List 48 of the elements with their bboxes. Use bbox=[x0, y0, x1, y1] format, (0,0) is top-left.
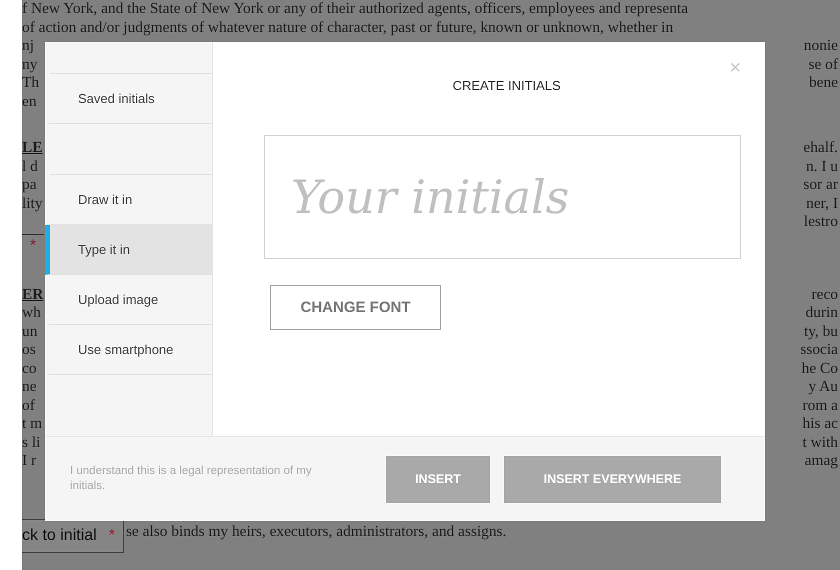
document-text: t with bbox=[802, 434, 838, 452]
document-text: en bbox=[22, 92, 37, 111]
document-text: Th bbox=[22, 74, 40, 92]
document-text: ssocia bbox=[800, 341, 838, 360]
section-heading: ER bbox=[22, 286, 44, 304]
consent-text: I understand this is a legal representation of my initials. bbox=[70, 464, 313, 494]
document-text: bene bbox=[808, 74, 838, 92]
document-text: nj bbox=[22, 37, 34, 56]
document-text: pa bbox=[22, 176, 37, 194]
dialog-title: CREATE INITIALS bbox=[452, 78, 562, 93]
document-text-line: f New York, and the State of New York or any of their authorized agents, officers, employees and representa bbox=[22, 0, 688, 18]
sidebar-tab[interactable]: Use smartphone bbox=[45, 325, 212, 375]
document-text-line: of action and/or judgments of whatever nature of character, past or future, known or unknown, whether in bbox=[22, 18, 674, 37]
document-text: sor ar bbox=[803, 176, 838, 194]
section-heading: LE bbox=[22, 139, 43, 158]
document-text: rom a bbox=[802, 396, 838, 415]
document-text: lity bbox=[22, 194, 43, 213]
sidebar-tab[interactable]: Saved initials bbox=[45, 74, 212, 124]
document-text: I r bbox=[22, 452, 36, 470]
document-text: un bbox=[22, 322, 38, 341]
sidebar-tab[interactable]: Upload image bbox=[45, 275, 212, 325]
document-text: se of bbox=[808, 56, 838, 74]
initials-field[interactable]: Your initials bbox=[264, 135, 741, 259]
document-text: t m bbox=[22, 415, 42, 434]
document-text: y Au bbox=[808, 378, 838, 396]
sidebar-tab[interactable]: Type it in bbox=[45, 225, 212, 275]
document-text: l d bbox=[22, 158, 38, 176]
back-to-initial-button[interactable]: ck to initial * bbox=[22, 518, 124, 552]
document-text: ne bbox=[22, 378, 37, 396]
document-text: co bbox=[22, 360, 37, 378]
document-text: ty, bu bbox=[804, 322, 838, 341]
change-font-button[interactable]: CHANGE FONT bbox=[270, 285, 441, 330]
document-text: ner, I bbox=[806, 194, 838, 213]
document-text: of bbox=[22, 396, 35, 415]
document-text: amag bbox=[804, 452, 838, 470]
document-text: ehalf. bbox=[803, 139, 838, 158]
document-text: his ac bbox=[802, 415, 838, 434]
document-text: lestro bbox=[804, 213, 838, 232]
document-text: wh bbox=[22, 304, 41, 322]
document-text: se also binds my heirs, executors, administrators, and assigns. bbox=[126, 522, 506, 540]
document-text: durin bbox=[806, 304, 838, 322]
document-text: os bbox=[22, 341, 36, 360]
document-text: s li bbox=[22, 434, 40, 452]
document-text: nonie bbox=[804, 37, 838, 56]
document-text: reco bbox=[812, 286, 838, 304]
document-text: n. I u bbox=[806, 158, 838, 176]
document-text: he Co bbox=[802, 360, 838, 378]
document-text: ny bbox=[22, 56, 38, 74]
